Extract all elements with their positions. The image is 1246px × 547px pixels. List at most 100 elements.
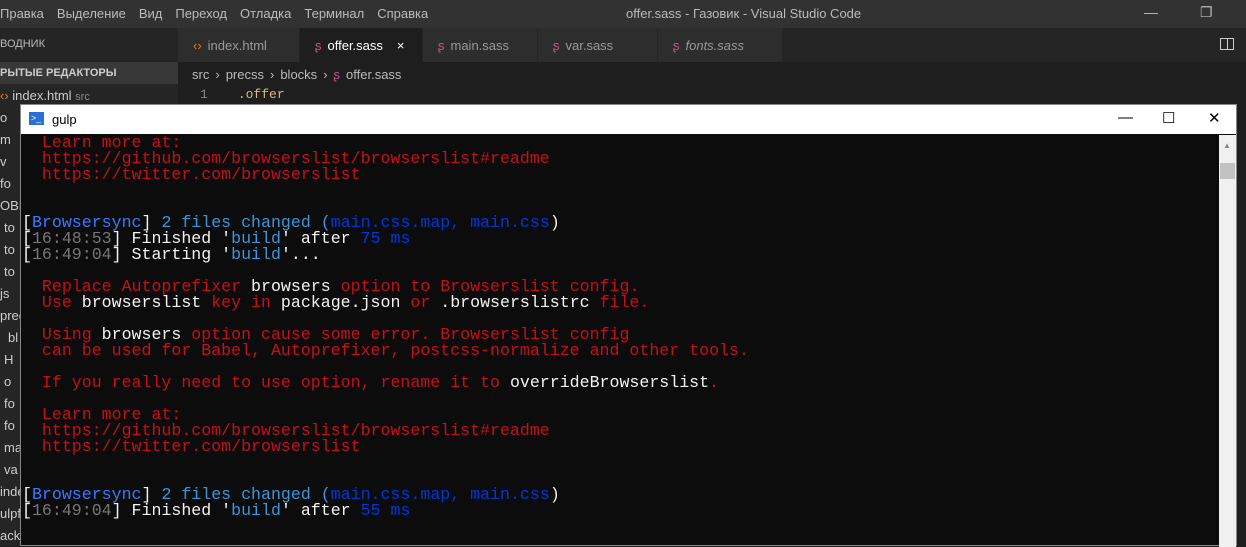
- open-editor-item[interactable]: ‹› index.html src: [0, 88, 90, 103]
- sass-icon: ʂ: [673, 38, 680, 53]
- terminal-text: .browserslistrc: [440, 293, 590, 312]
- terminal-minimize-button[interactable]: —: [1118, 109, 1133, 126]
- terminal-text: 16:49:04: [31, 501, 112, 520]
- sass-icon: ʂ: [333, 67, 341, 82]
- menu-item[interactable]: Справка: [377, 6, 428, 21]
- sass-icon: ʂ: [438, 38, 445, 53]
- editor-code[interactable]: 1 .offer: [200, 87, 285, 102]
- tab-offer-sass[interactable]: ʂ offer.sass ×: [300, 28, 423, 62]
- sidebar-item[interactable]: m: [0, 132, 11, 147]
- terminal-line: [16:49:04] Finished 'build' after 55 ms: [22, 501, 1220, 520]
- menu-bar: Правка Выделение Вид Переход Отладка Терминал…: [0, 6, 428, 21]
- breadcrumb-item[interactable]: offer.sass: [346, 67, 401, 82]
- window-title: offer.sass - Газовик - Visual Studio Cod…: [626, 6, 862, 21]
- terminal-text: 75 ms: [360, 229, 411, 248]
- terminal-titlebar: >_ gulp — ☐ ✕: [21, 105, 1236, 134]
- tab-label: fonts.sass: [685, 38, 745, 53]
- terminal-text: overrideBrowserslist: [509, 373, 710, 392]
- terminal-text: or: [400, 293, 441, 312]
- terminal-maximize-button[interactable]: ☐: [1162, 109, 1175, 127]
- restore-button[interactable]: ❐: [1200, 4, 1213, 21]
- open-editors-section[interactable]: РЫТЫЕ РЕДАКТОРЫ: [0, 62, 178, 84]
- menu-item[interactable]: Терминал: [304, 6, 364, 21]
- sidebar-item[interactable]: v: [0, 154, 7, 169]
- terminal-text: ): [549, 485, 560, 504]
- breadcrumb-item[interactable]: src: [192, 67, 209, 82]
- scrollbar-thumb[interactable]: [1220, 163, 1235, 179]
- sidebar-item[interactable]: o: [4, 374, 11, 389]
- sidebar-item[interactable]: fo: [4, 418, 15, 433]
- sidebar-item[interactable]: to: [4, 242, 15, 257]
- tab-label: main.sass: [450, 38, 510, 53]
- tab-fonts-sass[interactable]: ʂ fonts.sass: [658, 28, 783, 62]
- tab-main-sass[interactable]: ʂ main.sass: [423, 28, 538, 62]
- terminal-text: 55 ms: [360, 501, 411, 520]
- sass-icon: ʂ: [315, 38, 322, 53]
- terminal-line: Use browserslist key in package.json or …: [22, 293, 1220, 312]
- terminal-line: https://twitter.com/browserslist: [22, 165, 1220, 184]
- breadcrumb-item[interactable]: blocks: [280, 67, 317, 82]
- chevron-right-icon: ›: [323, 67, 328, 82]
- sidebar-item[interactable]: to: [4, 220, 15, 235]
- sidebar-item[interactable]: o: [0, 110, 7, 125]
- terminal-text: [: [22, 245, 32, 264]
- file-dir: src: [75, 91, 90, 103]
- terminal-text: ): [549, 213, 560, 232]
- sidebar-item[interactable]: bl: [8, 330, 18, 345]
- sidebar-item[interactable]: to: [4, 264, 15, 279]
- terminal-text: package.json: [280, 293, 401, 312]
- tab-index-html[interactable]: ‹› index.html: [178, 28, 300, 62]
- terminal-text: build: [231, 245, 281, 264]
- code-line: .offer: [237, 87, 285, 102]
- chevron-right-icon: ›: [269, 67, 275, 82]
- powershell-icon: >_: [29, 112, 44, 125]
- terminal-text: file.: [589, 293, 650, 312]
- sidebar-item[interactable]: ulpf: [0, 506, 21, 521]
- tab-label: offer.sass: [327, 38, 383, 53]
- tab-close-button[interactable]: ×: [397, 38, 405, 53]
- terminal-line: https://twitter.com/browserslist: [22, 437, 1220, 456]
- tab-var-sass[interactable]: ʂ var.sass: [538, 28, 658, 62]
- menu-item[interactable]: Отладка: [240, 6, 291, 21]
- menu-item[interactable]: Выделение: [57, 6, 126, 21]
- terminal-output[interactable]: Learn more at: https://github.com/browse…: [21, 135, 1220, 547]
- sidebar-item[interactable]: fo: [4, 396, 15, 411]
- split-editor-icon[interactable]: [1220, 38, 1234, 50]
- terminal-text: key in: [201, 293, 281, 312]
- sidebar-item[interactable]: js: [0, 286, 9, 301]
- menu-item[interactable]: Переход: [175, 6, 227, 21]
- terminal-line: If you really need to use option, rename…: [22, 373, 1220, 392]
- chevron-right-icon: ›: [215, 67, 220, 82]
- terminal-text: If you really need to use option, rename…: [22, 373, 510, 392]
- terminal-window: >_ gulp — ☐ ✕ Learn more at: https://git…: [20, 104, 1237, 547]
- editor-tabs: ‹› index.html ʂ offer.sass × ʂ main.sass ʂ var.s…: [178, 28, 1246, 62]
- terminal-text: .: [709, 373, 720, 392]
- menu-item[interactable]: Правка: [0, 6, 44, 21]
- title-bar: Правка Выделение Вид Переход Отладка Терминал…: [0, 0, 1246, 28]
- html-icon: ‹›: [193, 38, 202, 53]
- terminal-close-button[interactable]: ✕: [1208, 109, 1221, 127]
- terminal-scrollbar[interactable]: ▲: [1219, 135, 1236, 547]
- terminal-text: [: [22, 501, 32, 520]
- sidebar-item[interactable]: H: [4, 352, 13, 367]
- terminal-text: ' after: [280, 501, 361, 520]
- breadcrumb-item[interactable]: precss: [226, 67, 264, 82]
- file-name: index.html: [12, 88, 72, 103]
- sass-icon: ʂ: [553, 38, 560, 53]
- html-icon: ‹›: [0, 88, 13, 103]
- terminal-text: https://twitter.com/browserslist: [22, 437, 361, 456]
- terminal-text: https://twitter.com/browserslist: [22, 165, 361, 184]
- minimize-button[interactable]: —: [1144, 4, 1158, 20]
- menu-item[interactable]: Вид: [139, 6, 163, 21]
- terminal-line: can be used for Babel, Autoprefixer, pos…: [22, 342, 1220, 359]
- scroll-up-icon[interactable]: ▲: [1223, 141, 1231, 150]
- terminal-text: ] Finished ': [111, 501, 232, 520]
- sidebar-item[interactable]: fo: [0, 176, 11, 191]
- terminal-text: 16:49:04: [31, 245, 112, 264]
- sidebar-item[interactable]: va: [4, 462, 18, 477]
- terminal-text: browserslist: [81, 293, 202, 312]
- terminal-text: build: [231, 501, 281, 520]
